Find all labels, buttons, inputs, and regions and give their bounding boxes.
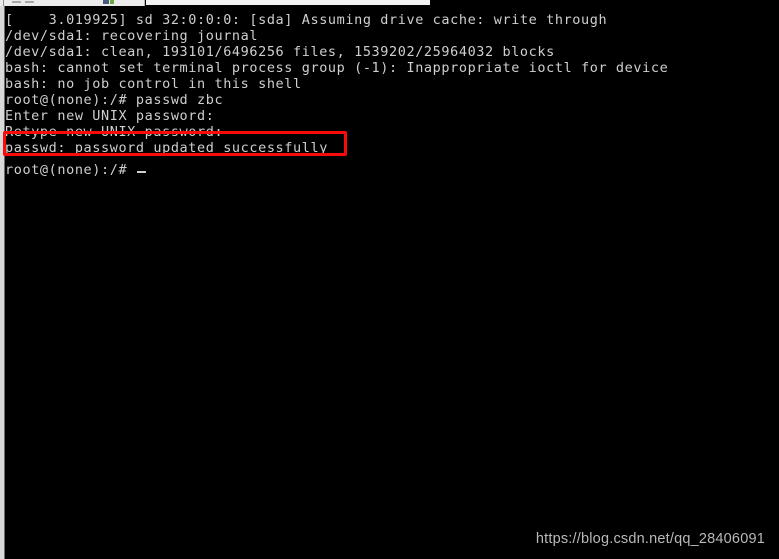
terminal-output[interactable]: [ 3.019925] sd 32:0:0:0: [sda] Assuming … xyxy=(5,6,779,559)
terminal-line-boot-sd-cache: [ 3.019925] sd 32:0:0:0: [sda] Assuming … xyxy=(5,12,608,28)
terminal-screen: [ 3.019925] sd 32:0:0:0: [sda] Assuming … xyxy=(0,0,779,559)
chrome-green-marker-icon xyxy=(110,0,114,4)
terminal-line-cmd-passwd: root@(none):/# passwd zbc xyxy=(5,92,224,108)
terminal-line-prompt-retype-pw: Retype new UNIX password: xyxy=(5,124,224,140)
terminal-line-prompt-enter-pw: Enter new UNIX password: xyxy=(5,108,215,124)
chrome-tick-icon xyxy=(12,1,21,3)
terminal-line-result-success: passwd: password updated successfully xyxy=(5,140,328,156)
terminal-prompt-text: root@(none):/# xyxy=(5,162,128,178)
terminal-line-fsck-recovering: /dev/sda1: recovering journal xyxy=(5,28,259,44)
terminal-line-bash-ioctl-error: bash: cannot set terminal process group … xyxy=(5,60,669,76)
terminal-line-bash-no-job-ctrl: bash: no job control in this shell xyxy=(5,76,302,92)
window-chrome-fragment-right xyxy=(146,0,430,5)
terminal-line-fsck-clean: /dev/sda1: clean, 193101/6496256 files, … xyxy=(5,44,555,60)
chrome-tick-icon xyxy=(25,1,34,3)
chrome-blue-marker-icon xyxy=(103,0,109,4)
watermark-url: https://blog.csdn.net/qq_28406091 xyxy=(535,531,765,547)
terminal-cursor xyxy=(137,171,147,173)
terminal-line-final-prompt: root@(none):/# xyxy=(5,162,147,178)
